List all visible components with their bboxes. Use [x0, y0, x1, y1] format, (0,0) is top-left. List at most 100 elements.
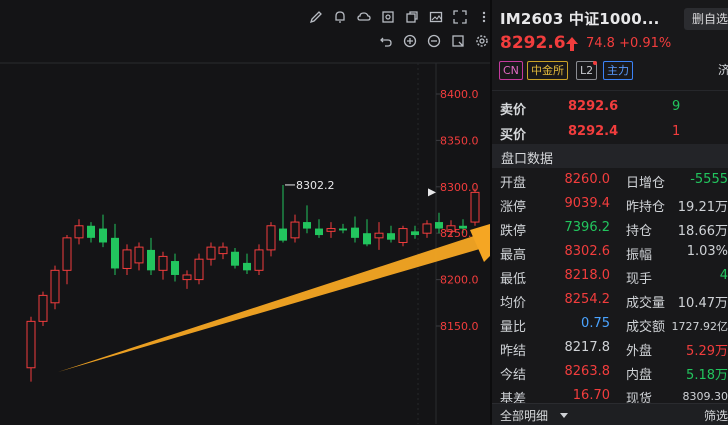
row-label-left: 最低 [500, 272, 527, 287]
tag-main[interactable]: 主力 [603, 61, 633, 80]
row-label-right: 现手 [626, 272, 653, 287]
candle-body [99, 228, 107, 243]
candle-body [134, 246, 144, 264]
tag-exchange[interactable]: 中金所 [527, 61, 568, 80]
candle-body [363, 233, 371, 245]
cloud-icon[interactable] [356, 10, 372, 26]
candle-body [171, 261, 179, 275]
copy-icon[interactable] [404, 10, 420, 26]
candle-body [254, 249, 264, 271]
row-label-left: 跌停 [500, 224, 527, 239]
instrument-title: IM2603 中证1000... [500, 10, 660, 28]
y-tick-label: 8400.0 [440, 88, 479, 101]
candle-body [26, 320, 36, 369]
divider [492, 90, 728, 91]
settings-icon[interactable] [474, 34, 490, 50]
quote-data-header[interactable]: 盘口数据 [492, 144, 728, 168]
tag-right-truncated[interactable]: 济 [718, 61, 728, 78]
y-tick-label: 8350.0 [440, 134, 479, 147]
candle-body [122, 249, 132, 269]
filter-button[interactable]: 筛选 [704, 407, 728, 424]
bid-volume: 1 [672, 124, 681, 139]
bid-label: 买价 [500, 128, 527, 143]
row-value-left: 8254.2 [564, 292, 611, 307]
row-label-right: 日增仓 [626, 176, 666, 191]
candle-body [111, 237, 119, 269]
row-value-right: 5.29万 [686, 344, 728, 359]
candle-body [470, 191, 480, 223]
candle-body [147, 249, 155, 271]
candle-body [422, 223, 432, 234]
candle-body [374, 232, 384, 239]
row-value-right: 18.66万 [677, 224, 728, 239]
candle-body [279, 228, 287, 241]
candle-body [38, 294, 48, 322]
fullscreen-icon[interactable] [452, 10, 468, 26]
ask-price: 8292.6 [568, 99, 619, 114]
row-label-right: 昨持仓 [626, 200, 666, 215]
alert-bell-icon[interactable] [332, 10, 348, 26]
candle-body [218, 246, 228, 255]
candle-body [243, 262, 251, 271]
row-value-right: 10.47万 [677, 296, 728, 311]
candle-body [62, 237, 72, 271]
candlestick-chart[interactable]: 8400.08350.08300.08250.08200.08150.0 830… [0, 0, 490, 424]
candle-body [339, 228, 347, 231]
candle-body [158, 255, 168, 271]
row-label-right: 成交量 [626, 296, 666, 311]
candle-body [411, 231, 419, 236]
row-value-right: 4 [719, 268, 728, 283]
row-value-right: 8309.30 [682, 390, 728, 403]
price-change: 74.8 +0.91% [586, 36, 672, 51]
candle-body [87, 225, 95, 238]
row-value-left: 8260.0 [564, 172, 611, 187]
undo-icon[interactable] [378, 34, 394, 50]
last-price-marker-icon [428, 188, 436, 197]
row-value-left: 9039.4 [564, 196, 611, 211]
row-value-left: 0.75 [581, 316, 610, 331]
caret-down-icon[interactable] [560, 413, 568, 418]
candle-body [387, 233, 395, 240]
quote-row: 最低 8218.0 现手 4 [492, 264, 728, 288]
candle-body [290, 221, 300, 239]
row-value-right: 5.18万 [686, 368, 728, 383]
candle-body [303, 222, 311, 229]
zoom-in-icon[interactable] [402, 34, 418, 50]
row-value-left: 8218.0 [564, 268, 611, 283]
row-label-left: 昨结 [500, 344, 527, 359]
quote-row: 量比 0.75 成交额 1727.92亿 [492, 312, 728, 336]
y-tick-label: 8300.0 [440, 181, 479, 194]
row-label-left: 量比 [500, 320, 527, 335]
image-icon[interactable] [428, 10, 444, 26]
candle-body [315, 228, 323, 236]
candle-body [266, 225, 276, 251]
high-marker-label: 8302.2 [296, 179, 335, 192]
candle-body [351, 227, 359, 238]
row-label-right: 外盘 [626, 344, 653, 359]
row-label-right: 内盘 [626, 368, 653, 383]
candle-body [326, 228, 336, 232]
quote-row: 涨停 9039.4 昨持仓 19.21万 [492, 192, 728, 216]
remove-watchlist-button[interactable]: 删自选 [684, 8, 728, 30]
chart-toolbar [0, 0, 490, 56]
row-value-left: 7396.2 [564, 220, 611, 235]
panel-footer: 全部明细 筛选 [492, 403, 728, 425]
row-label-right: 成交额 [626, 320, 666, 335]
chart-area[interactable]: 8400.0 8350.0 8300.0 8250.0 8200.0 8150.0 830… [0, 0, 490, 424]
row-value-left: 8217.8 [564, 340, 611, 355]
draw-pen-icon[interactable] [308, 10, 324, 26]
section-title: 盘口数据 [501, 152, 554, 167]
screenshot-icon[interactable] [380, 10, 396, 26]
quote-row: 昨结 8217.8 外盘 5.29万 [492, 336, 728, 360]
candle-body [206, 246, 216, 260]
zoom-out-icon[interactable] [426, 34, 442, 50]
row-value-right: 19.21万 [677, 200, 728, 215]
ask-label: 卖价 [500, 103, 527, 118]
reset-view-icon[interactable] [450, 34, 466, 50]
row-value-left: 16.70 [572, 388, 610, 403]
all-details-link[interactable]: 全部明细 [500, 407, 548, 424]
ask-volume: 9 [672, 99, 681, 114]
candle-body [50, 269, 60, 304]
tag-cn[interactable]: CN [499, 61, 523, 80]
row-value-right: -5555 [690, 172, 728, 187]
